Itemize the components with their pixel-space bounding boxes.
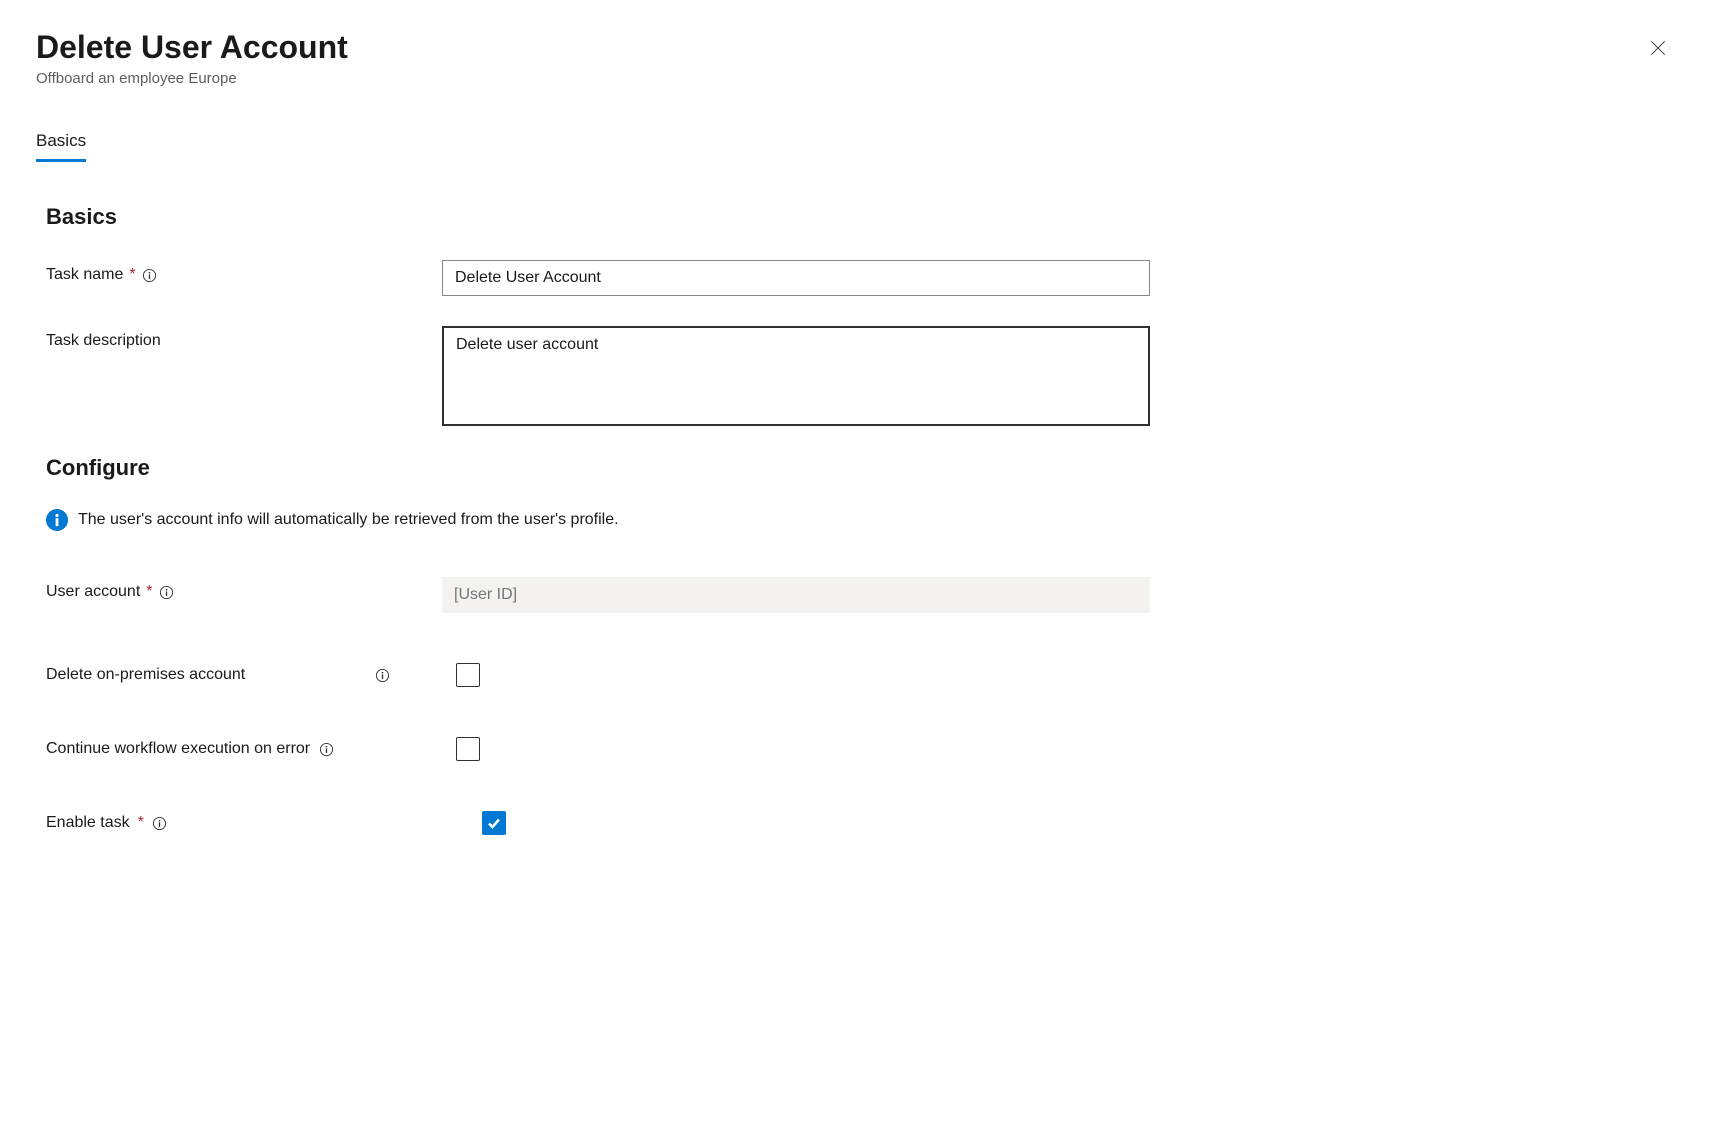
info-message: The user's account info will automatical… (78, 511, 619, 529)
enable-task-checkbox[interactable] (482, 811, 506, 835)
close-icon (1648, 38, 1668, 58)
continue-on-error-label: Continue workflow execution on error (46, 740, 310, 758)
info-icon[interactable] (142, 267, 158, 283)
basics-section-heading: Basics (46, 204, 1674, 230)
required-indicator: * (129, 266, 135, 284)
required-indicator: * (138, 814, 144, 832)
delete-onprem-label: Delete on-premises account (46, 666, 245, 684)
task-description-input[interactable] (442, 326, 1150, 426)
user-account-input (442, 577, 1150, 613)
required-indicator: * (146, 583, 152, 601)
info-icon[interactable] (374, 667, 390, 683)
tab-bar: Basics (36, 131, 1674, 162)
info-icon[interactable] (152, 815, 168, 831)
task-name-label: Task name (46, 266, 123, 284)
info-icon[interactable] (159, 584, 175, 600)
task-description-label: Task description (46, 332, 161, 350)
task-name-input[interactable] (442, 260, 1150, 296)
info-filled-icon (46, 509, 68, 531)
configure-section-heading: Configure (46, 455, 1674, 481)
info-icon[interactable] (318, 741, 334, 757)
enable-task-label: Enable task (46, 814, 130, 832)
page-subtitle: Offboard an employee Europe (36, 70, 348, 87)
page-title: Delete User Account (36, 28, 348, 66)
delete-onprem-checkbox[interactable] (456, 663, 480, 687)
continue-on-error-checkbox[interactable] (456, 737, 480, 761)
user-account-label: User account (46, 583, 140, 601)
tab-basics[interactable]: Basics (36, 131, 86, 162)
close-button[interactable] (1642, 32, 1674, 67)
